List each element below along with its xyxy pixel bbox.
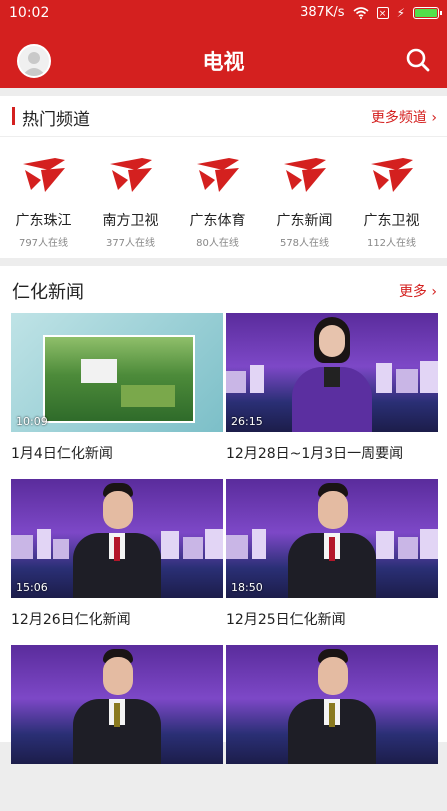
gdtv-logo-icon <box>22 158 65 192</box>
video-item[interactable] <box>11 645 223 811</box>
page-title: 电视 <box>202 50 245 74</box>
news-section-title: 仁化新闻 <box>12 282 84 303</box>
channel-name: 广东卫视 <box>363 213 420 229</box>
battery-icon <box>413 6 442 19</box>
video-duration: 10:09 <box>16 415 48 428</box>
video-thumbnail: 26:15 <box>226 313 438 432</box>
gdtv-logo-icon <box>196 158 239 192</box>
video-item[interactable]: 26:15 12月28日~1月3日一周要闻 <box>226 313 438 479</box>
video-thumbnail: 15:06 <box>11 479 223 598</box>
video-thumbnail <box>226 645 438 764</box>
search-icon[interactable] <box>405 47 431 73</box>
wifi-icon <box>353 6 369 19</box>
hot-channels-section: 热门频道 更多频道 › 广东珠江 797人在线 南方卫视 377人在线 广东体育… <box>0 96 447 258</box>
video-item[interactable] <box>226 645 438 811</box>
channel-item[interactable]: 广东珠江 797人在线 <box>0 150 87 249</box>
channel-viewers: 578人在线 <box>279 238 330 249</box>
channel-item[interactable]: 广东新闻 578人在线 <box>261 150 348 249</box>
video-grid: 10:09 1月4日仁化新闻 26:15 12月28日~1月3日一周要闻 15:… <box>11 313 438 811</box>
video-thumbnail <box>11 645 223 764</box>
more-channels-link[interactable]: 更多频道 › <box>371 107 437 127</box>
video-title: 1月4日仁化新闻 <box>11 446 113 462</box>
more-news-link[interactable]: 更多 › <box>399 281 437 301</box>
gdtv-logo-icon <box>370 158 413 192</box>
channel-item[interactable]: 广东体育 80人在线 <box>174 150 261 249</box>
channel-viewers: 797人在线 <box>18 238 69 249</box>
video-duration: 18:50 <box>231 581 263 594</box>
channel-name: 南方卫视 <box>102 213 159 229</box>
renhua-news-section: 仁化新闻 更多 › 10:09 1月4日仁化新闻 26:15 12月28日~1月… <box>0 266 447 764</box>
video-duration: 15:06 <box>16 581 48 594</box>
status-icons: 387K/s × ⚡ <box>300 5 442 20</box>
hot-channels-header: 热门频道 更多频道 › <box>0 96 447 136</box>
channel-item[interactable]: 南方卫视 377人在线 <box>87 150 174 249</box>
section-marker <box>12 107 15 125</box>
more-news-label: 更多 <box>398 284 427 300</box>
channel-viewers: 80人在线 <box>196 238 239 249</box>
video-title: 12月28日~1月3日一周要闻 <box>226 446 404 462</box>
hot-channels-title: 热门频道 <box>22 110 90 130</box>
sim-off-icon: × <box>376 6 389 19</box>
video-title: 12月26日仁化新闻 <box>11 612 131 628</box>
video-thumbnail: 10:09 <box>11 313 223 432</box>
channel-viewers: 377人在线 <box>105 238 156 249</box>
video-item[interactable]: 18:50 12月25日仁化新闻 <box>226 479 438 645</box>
gdtv-logo-icon <box>109 158 152 192</box>
video-duration: 26:15 <box>231 415 263 428</box>
video-item[interactable]: 15:06 12月26日仁化新闻 <box>11 479 223 645</box>
video-thumbnail: 18:50 <box>226 479 438 598</box>
app-header: 10:02 387K/s × ⚡ 电视 <box>0 0 447 88</box>
channel-name: 广东珠江 <box>15 213 72 229</box>
channel-name: 广东体育 <box>189 213 246 229</box>
video-item[interactable]: 10:09 1月4日仁化新闻 <box>11 313 223 479</box>
channel-name: 广东新闻 <box>276 213 333 229</box>
video-title: 12月25日仁化新闻 <box>226 612 346 628</box>
divider <box>0 136 447 137</box>
gdtv-logo-icon <box>283 158 326 192</box>
network-speed: 387K/s <box>300 5 345 20</box>
channel-viewers: 112人在线 <box>366 238 417 249</box>
channel-list: 广东珠江 797人在线 南方卫视 377人在线 广东体育 80人在线 广东新闻 … <box>0 150 447 249</box>
status-time: 10:02 <box>9 5 50 21</box>
more-channels-label: 更多频道 <box>370 110 427 126</box>
channel-item[interactable]: 广东卫视 112人在线 <box>348 150 435 249</box>
status-bar: 10:02 387K/s × ⚡ <box>0 0 447 26</box>
charging-icon: ⚡ <box>396 5 405 20</box>
